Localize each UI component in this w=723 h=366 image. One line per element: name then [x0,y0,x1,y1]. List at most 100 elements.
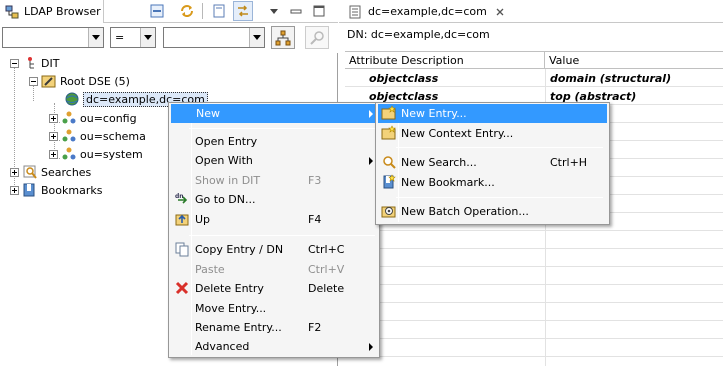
tree-node-label: DIT [41,56,60,70]
expand-icon[interactable] [10,167,19,177]
editor-tab-label: dc=example,dc=com [368,5,487,18]
tree-node-searches[interactable]: Searches [10,163,91,181]
tree-node-root-dse[interactable]: Root DSE (5) [29,72,130,90]
collapse-all-icon [150,4,164,18]
expand-icon[interactable] [10,185,19,195]
minimize-icon [290,9,302,14]
new-submenu: New Entry... New Context Entry... New Se… [375,102,610,225]
ldap-browser-toolbar: LDAP Browser [0,0,338,23]
refresh-button[interactable] [177,1,197,21]
entry-editor-icon [347,4,363,20]
editor-tab-bar: dc=example,dc=com [339,0,723,23]
table-row [345,285,723,303]
batch-operation-icon [381,203,397,219]
menu-item-new[interactable]: New [171,104,377,123]
menu-item-move-entry[interactable]: Move Entry... [171,299,377,318]
menu-item-new-entry[interactable]: New Entry... [378,104,607,123]
menu-item-go-to-dn[interactable]: dn Go to DN... [171,190,377,209]
tree-node-label: ou=config [80,111,137,125]
table-row [345,303,723,321]
new-search-icon [381,154,397,170]
menu-item-new-context-entry[interactable]: New Context Entry... [378,124,607,143]
operator-combo[interactable]: = [110,27,156,48]
tree-node-system[interactable]: ou=system [49,145,143,163]
unlink-icon [213,4,225,18]
refresh-icon [181,5,193,17]
collapse-icon[interactable] [29,76,38,86]
menu-item-show-in-dit[interactable]: Show in DIT F3 [171,171,377,190]
tree-node-label: Searches [41,165,92,179]
menu-separator [189,128,375,129]
run-search-button[interactable] [305,26,329,49]
unlink-button[interactable] [209,1,229,21]
menu-item-up[interactable]: Up F4 [171,210,377,229]
attribute-combo[interactable] [2,27,104,48]
tree-node-config[interactable]: ou=config [49,109,137,127]
minimize-view-button[interactable] [286,1,306,21]
copy-icon [174,241,190,257]
tree-scope-icon [275,30,291,45]
tree-node-label: ou=schema [80,129,146,143]
tree-node-label: Root DSE (5) [60,74,130,88]
menu-item-rename-entry[interactable]: Rename Entry... F2 [171,318,377,337]
tree-node-dit[interactable]: DIT [10,54,59,72]
root-dse-icon [41,73,57,89]
chevron-down-icon[interactable] [140,28,155,47]
value-cell: domain (structural) [550,71,672,85]
expand-icon[interactable] [49,113,58,123]
close-icon[interactable] [492,4,508,20]
ldap-browser-tab-label: LDAP Browser [24,5,101,18]
view-menu-icon [270,9,278,14]
tree-node-schema[interactable]: ou=schema [49,127,146,145]
org-unit-icon [61,128,77,144]
editor-tab-example[interactable]: dc=example,dc=com [343,0,504,23]
menu-item-new-search[interactable]: New Search... Ctrl+H [378,153,607,172]
collapse-icon[interactable] [10,58,19,68]
globe-icon [64,91,80,107]
menu-item-copy-entry-dn[interactable]: Copy Entry / DN Ctrl+C [171,240,377,259]
new-entry-icon [381,105,397,121]
ldap-browser-icon [4,4,20,20]
link-with-editor-button[interactable] [233,1,253,21]
menu-item-advanced[interactable]: Advanced [171,337,377,356]
chevron-down-icon[interactable] [88,28,103,47]
operator-value: = [115,31,125,44]
value-combo[interactable] [163,27,265,48]
submenu-arrow-icon [369,157,373,165]
searches-icon [22,164,38,180]
column-header-attribute[interactable]: Attribute Description [345,52,545,69]
expand-icon[interactable] [49,131,58,141]
search-scope-button[interactable] [271,26,295,49]
dit-icon [22,55,38,71]
table-row[interactable]: objectclass domain (structural) [345,69,723,87]
expand-icon[interactable] [49,149,58,159]
table-row [345,339,723,357]
collapse-all-button[interactable] [147,1,167,21]
ldap-browser-tab[interactable]: LDAP Browser [0,0,104,23]
menu-item-new-batch-operation[interactable]: New Batch Operation... [378,202,607,221]
go-to-dn-icon: dn [174,191,190,207]
table-row [345,267,723,285]
chevron-down-icon[interactable] [249,28,264,47]
maximize-view-button[interactable] [309,1,329,21]
menu-item-paste[interactable]: Paste Ctrl+V [171,260,377,279]
up-icon [174,211,190,227]
tree-node-label: ou=system [80,147,143,161]
menu-item-new-bookmark[interactable]: New Bookmark... [378,173,607,192]
view-menu-button[interactable] [264,1,284,21]
attribute-cell: objectclass [369,71,439,85]
tree-node-bookmarks[interactable]: Bookmarks [10,181,102,199]
menu-separator [396,197,603,198]
column-header-value[interactable]: Value [545,52,723,69]
quick-search-bar: = [0,23,338,53]
link-with-editor-icon [238,5,248,17]
context-menu: New Open Entry Open With Show in DIT F3 … [168,102,380,358]
menu-item-open-with[interactable]: Open With [171,151,377,170]
maximize-icon [313,5,325,17]
menu-item-open-entry[interactable]: Open Entry [171,132,377,151]
menu-separator [396,147,603,148]
toolbar-separator [202,3,203,19]
table-row [345,231,723,249]
menu-item-delete-entry[interactable]: Delete Entry Delete [171,279,377,298]
new-context-entry-icon [381,125,397,141]
